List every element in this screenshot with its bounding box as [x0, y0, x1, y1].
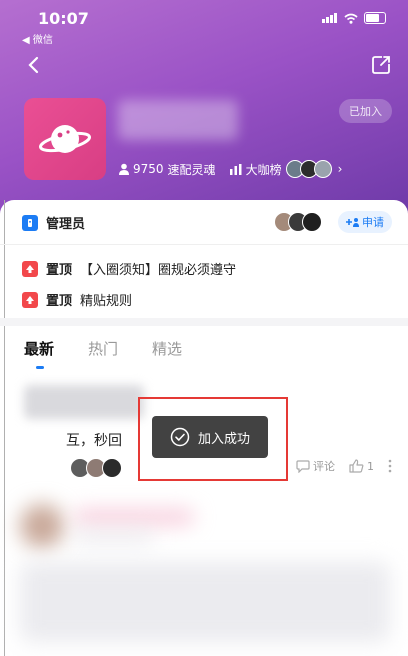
planet-icon — [39, 125, 91, 153]
post-text[interactable]: 互，秒回 — [66, 430, 122, 450]
ranking-bars-icon — [229, 163, 242, 175]
comment-button[interactable]: 评论 — [296, 458, 335, 474]
admin-avatars[interactable] — [274, 212, 322, 232]
blurred-name — [74, 510, 194, 524]
status-time: 10:07 — [38, 9, 89, 28]
tab-indicator — [36, 366, 44, 369]
post-participants[interactable] — [66, 458, 122, 478]
pin-tag: 置顶 — [46, 263, 73, 278]
feed-tabs: 最新 热门 精选 — [24, 338, 182, 359]
chevron-left-icon — [28, 56, 39, 74]
pinned-post-1[interactable]: 置顶 【入圈须知】圈规必须遵守 — [22, 259, 236, 278]
share-icon — [372, 56, 390, 74]
admin-label: 管理员 — [46, 217, 86, 232]
joined-button[interactable]: 已加入 — [339, 99, 392, 123]
more-button[interactable] — [388, 459, 392, 473]
back-to-wechat[interactable]: ◀ 微信 — [22, 31, 53, 46]
avatar — [313, 160, 332, 178]
battery-icon — [364, 12, 386, 24]
pinned-post-2[interactable]: 置顶 精贴规则 — [22, 290, 132, 309]
post-actions: 评论 1 — [296, 458, 392, 474]
pin-title: 精贴规则 — [80, 294, 133, 309]
blurred-meta — [74, 532, 154, 542]
circle-header: 10:07 ◀ 微信 已加入 9750 速配灵魂 大咖榜 › — [0, 0, 408, 215]
ranking-avatars — [285, 160, 332, 178]
blurred-avatar — [20, 504, 64, 548]
edge-line — [4, 200, 5, 656]
section-divider — [0, 318, 408, 326]
comment-icon — [296, 459, 310, 473]
participant-avatars — [70, 458, 122, 478]
share-button[interactable] — [370, 54, 392, 76]
status-icons — [322, 12, 386, 24]
add-user-icon — [346, 218, 359, 227]
member-label: 速配灵魂 — [167, 162, 216, 177]
blurred-post[interactable] — [14, 492, 398, 652]
pin-title: 【入圈须知】圈规必须遵守 — [80, 263, 237, 278]
apply-label: 申请 — [362, 217, 384, 229]
tab-hot[interactable]: 热门 — [88, 338, 118, 359]
tab-featured[interactable]: 精选 — [152, 338, 182, 359]
blurred-body — [20, 562, 390, 642]
ranking-label: 大咖榜 — [245, 162, 282, 177]
admin-row[interactable]: 管理员 — [22, 213, 85, 232]
wifi-icon — [344, 13, 358, 24]
highlight-annotation — [138, 397, 288, 481]
tab-latest[interactable]: 最新 — [24, 338, 54, 359]
admin-badge-icon — [22, 214, 38, 231]
signal-icon — [322, 13, 337, 23]
back-button[interactable] — [22, 54, 44, 76]
like-button[interactable]: 1 — [349, 459, 374, 473]
pin-up-icon — [22, 291, 38, 308]
comment-label: 评论 — [313, 460, 335, 473]
like-count: 1 — [367, 459, 374, 473]
person-icon — [119, 163, 129, 175]
post-author-blurred[interactable] — [24, 385, 144, 419]
divider — [0, 244, 408, 245]
chevron-right-icon: › — [337, 162, 343, 176]
circle-stats[interactable]: 9750 速配灵魂 大咖榜 › — [118, 160, 342, 178]
circle-name-blurred — [118, 100, 238, 140]
avatar — [102, 458, 122, 478]
avatar — [302, 212, 322, 232]
member-count: 9750 — [133, 162, 164, 176]
apply-admin-button[interactable]: 申请 — [338, 211, 392, 233]
circle-avatar — [24, 98, 106, 180]
more-vertical-icon — [388, 459, 392, 473]
pin-up-icon — [22, 260, 38, 277]
thumbs-up-icon — [349, 459, 364, 473]
pin-tag: 置顶 — [46, 294, 73, 309]
